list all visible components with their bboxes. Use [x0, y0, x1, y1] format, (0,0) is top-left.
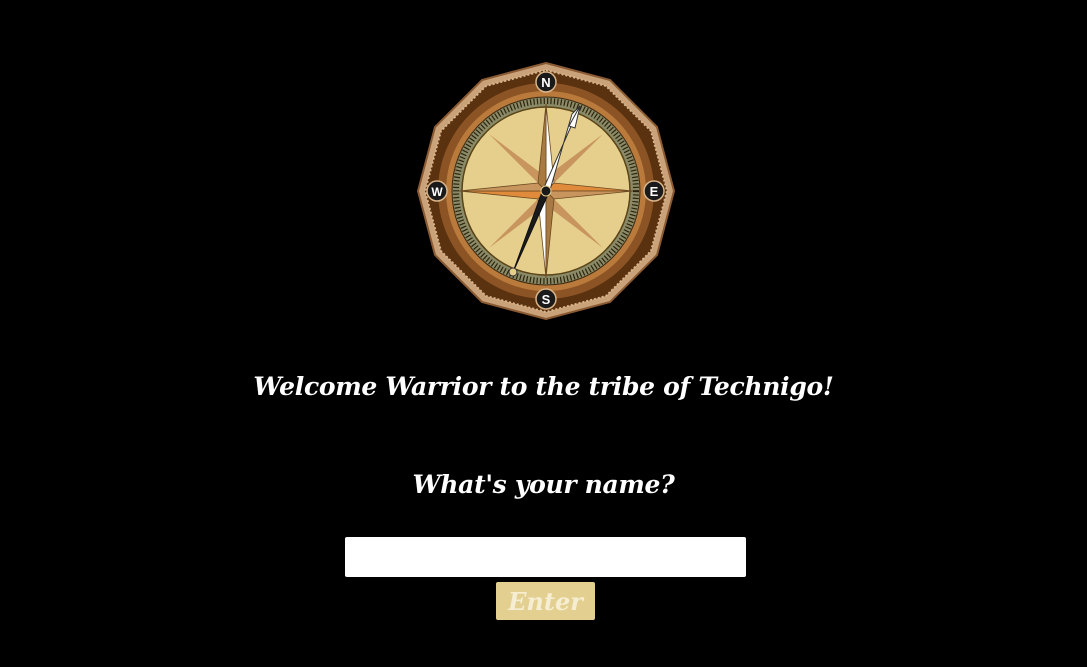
- compass-south-label: S: [542, 292, 551, 307]
- compass-south-badge: S: [535, 288, 557, 310]
- compass-icon: N S E W: [417, 62, 675, 320]
- compass-north-label: N: [541, 75, 550, 90]
- compass-north-badge: N: [535, 71, 557, 93]
- welcome-heading: Welcome Warrior to the tribe of Technigo…: [253, 372, 834, 401]
- compass-east-label: E: [650, 184, 659, 199]
- enter-button[interactable]: Enter: [496, 582, 595, 620]
- name-question: What's your name?: [412, 470, 675, 499]
- compass-west-label: W: [431, 185, 443, 199]
- compass-west-badge: W: [426, 180, 448, 202]
- compass-east-badge: E: [643, 180, 665, 202]
- name-input[interactable]: [345, 537, 746, 577]
